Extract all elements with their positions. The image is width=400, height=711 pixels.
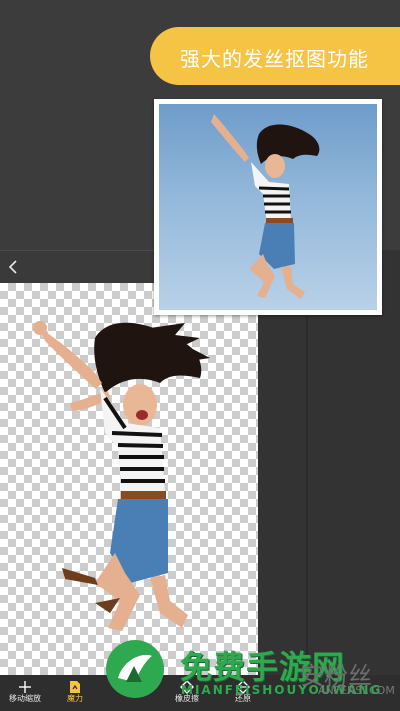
tool-move-zoom[interactable]: 移动缩放	[0, 675, 50, 711]
photo-sky	[159, 104, 377, 310]
photo-subject	[211, 114, 320, 299]
back-button[interactable]	[6, 258, 24, 278]
tool-magic[interactable]: 魔力	[50, 675, 100, 711]
watermark-logo-icon	[106, 640, 164, 698]
tool-label: 魔力	[67, 694, 83, 703]
magic-icon	[70, 681, 80, 693]
watermark-brand-sub: ANFENSI.COM	[318, 684, 395, 697]
cutout-subject	[33, 321, 210, 631]
cutout-canvas[interactable]	[0, 283, 258, 675]
move-icon	[19, 681, 31, 693]
tool-label: 移动缩放	[9, 694, 41, 703]
feature-banner-text: 强大的发丝抠图功能	[180, 47, 369, 71]
feature-banner: 强大的发丝抠图功能	[150, 27, 400, 85]
original-photo	[154, 99, 382, 315]
chevron-left-icon	[8, 260, 17, 274]
